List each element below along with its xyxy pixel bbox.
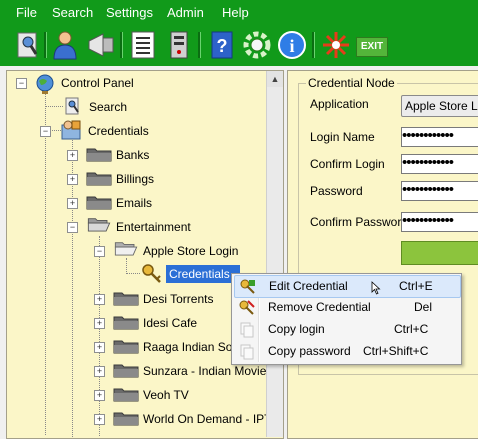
folder-icon: [113, 364, 139, 378]
tree-node-credentials[interactable]: Credentials: [88, 122, 149, 140]
application-select[interactable]: Apple Store Login: [401, 95, 478, 117]
tree-node-idesi-cafe[interactable]: Idesi Cafe: [143, 314, 197, 332]
mouse-cursor-icon: [371, 281, 381, 295]
expand-toggle-sunzara[interactable]: +: [94, 366, 105, 377]
tree-node-search[interactable]: Search: [89, 98, 127, 116]
tree-node-veoh[interactable]: Veoh TV: [143, 386, 189, 404]
credentials-folder-icon: [61, 120, 81, 140]
login-name-label: Login Name: [310, 130, 375, 144]
info-icon[interactable]: i: [276, 29, 308, 61]
folder-icon: [113, 340, 139, 354]
server-icon[interactable]: [163, 29, 195, 61]
expand-toggle-raaga[interactable]: +: [94, 342, 105, 353]
menu-search[interactable]: Search: [52, 5, 93, 20]
menu-help[interactable]: Help: [222, 5, 249, 20]
open-folder-icon: [114, 242, 138, 256]
expand-toggle-entertainment[interactable]: −: [67, 222, 78, 233]
confirm-password-label: Confirm Password: [310, 215, 409, 229]
key-icon: [142, 264, 161, 283]
menu-item-copy-login[interactable]: Copy login Ctrl+C: [234, 319, 459, 340]
expand-toggle-idesi-cafe[interactable]: +: [94, 318, 105, 329]
password-label: Password: [310, 184, 363, 198]
copy-icon: [240, 322, 254, 338]
folder-icon: [86, 148, 112, 162]
menu-item-label: Copy login: [268, 322, 325, 336]
save-button[interactable]: [401, 241, 478, 265]
folder-icon: [86, 172, 112, 186]
edit-key-icon: [240, 279, 255, 294]
groupbox-title: Credential Node: [306, 76, 397, 90]
menu-item-label: Copy password: [268, 344, 351, 358]
globe-icon: [36, 74, 54, 94]
expand-toggle-credentials[interactable]: −: [40, 126, 51, 137]
expand-toggle-desi-torrents[interactable]: +: [94, 294, 105, 305]
exit-button[interactable]: EXIT: [356, 37, 388, 57]
application-label: Application: [310, 97, 369, 111]
user-icon[interactable]: [50, 29, 82, 61]
megaphone-icon[interactable]: [85, 29, 117, 61]
menu-item-shortcut: Ctrl+C: [394, 322, 429, 336]
search-user-icon[interactable]: [12, 29, 44, 61]
tree-node-emails[interactable]: Emails: [116, 194, 152, 212]
tree-node-banks[interactable]: Banks: [116, 146, 149, 164]
expand-toggle-apple-store-login[interactable]: −: [94, 246, 105, 257]
expand-toggle-emails[interactable]: +: [67, 198, 78, 209]
menu-item-shortcut: Ctrl+E: [399, 279, 433, 293]
help-book-icon[interactable]: ?: [206, 29, 238, 61]
folder-icon: [86, 196, 112, 210]
menu-item-label: Edit Credential: [269, 279, 348, 293]
expand-toggle-control-panel[interactable]: −: [16, 78, 27, 89]
folder-icon: [113, 412, 139, 426]
tree-node-apple-store-login[interactable]: Apple Store Login: [143, 242, 238, 260]
open-folder-icon: [87, 218, 111, 232]
menu-item-edit-credential[interactable]: Edit Credential Ctrl+E: [234, 275, 461, 298]
confirm-password-field[interactable]: ••••••••••••: [401, 212, 478, 232]
menu-admin[interactable]: Admin: [167, 5, 204, 20]
expand-toggle-billings[interactable]: +: [67, 174, 78, 185]
burst-icon[interactable]: [320, 29, 352, 61]
tree-node-billings[interactable]: Billings: [116, 170, 154, 188]
confirm-login-field[interactable]: ••••••••••••: [401, 154, 478, 174]
expand-toggle-veoh[interactable]: +: [94, 390, 105, 401]
menu-item-shortcut: Del: [414, 300, 433, 314]
list-icon[interactable]: [127, 29, 159, 61]
copy-icon: [240, 344, 254, 360]
folder-icon: [113, 316, 139, 330]
tree-node-world-on-demand[interactable]: World On Demand - IPTV: [143, 410, 280, 428]
svg-text:i: i: [289, 36, 294, 56]
remove-key-icon: [239, 300, 255, 315]
scroll-up-icon[interactable]: ▲: [267, 71, 283, 87]
context-menu: Edit Credential Ctrl+E Remove Credential…: [231, 273, 462, 365]
tree-node-desi-torrents[interactable]: Desi Torrents: [143, 290, 213, 308]
svg-text:?: ?: [217, 36, 228, 56]
confirm-login-label: Confirm Login: [310, 157, 385, 171]
menu-item-shortcut: Ctrl+Shift+C: [363, 344, 429, 358]
tree-node-control-panel[interactable]: Control Panel: [61, 74, 134, 92]
tree-node-credential-selected[interactable]: Credentials -: [166, 265, 241, 283]
tree-node-entertainment[interactable]: Entertainment: [116, 218, 191, 236]
menu-item-remove-credential[interactable]: Remove Credential Del: [234, 297, 459, 318]
refresh-gear-icon[interactable]: [241, 29, 273, 61]
expand-toggle-world-on-demand[interactable]: +: [94, 414, 105, 425]
toolbar: ? i EXIT: [0, 26, 478, 66]
tree-scrollbar[interactable]: ▲: [266, 71, 283, 437]
menu-settings[interactable]: Settings: [106, 5, 153, 20]
search-node-icon: [65, 97, 79, 115]
folder-icon: [113, 292, 139, 306]
folder-icon: [113, 388, 139, 402]
menu-file[interactable]: File: [16, 5, 37, 20]
expand-toggle-banks[interactable]: +: [67, 150, 78, 161]
password-field[interactable]: ••••••••••••: [401, 181, 478, 201]
menu-item-copy-password[interactable]: Copy password Ctrl+Shift+C: [234, 341, 459, 362]
menu-bar: File Search Settings Admin Help: [0, 0, 478, 26]
menu-item-label: Remove Credential: [268, 300, 371, 314]
login-name-field[interactable]: ••••••••••••: [401, 127, 478, 147]
